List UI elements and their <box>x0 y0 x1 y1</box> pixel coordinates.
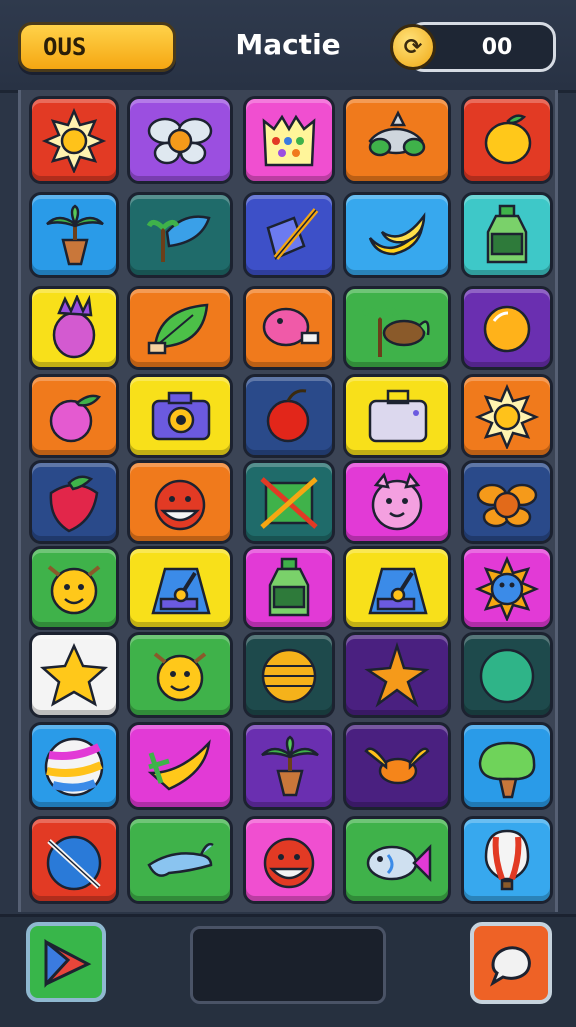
game-tile[interactable] <box>461 632 553 718</box>
game-tile[interactable] <box>29 286 119 370</box>
lantern-icon <box>261 648 317 704</box>
bottle-icon <box>268 557 310 617</box>
blue-star-face-icon <box>474 555 540 621</box>
game-tile[interactable] <box>127 460 233 544</box>
game-tile[interactable] <box>461 286 553 370</box>
starfish-icon <box>364 642 430 708</box>
game-tile[interactable] <box>29 192 119 278</box>
game-tile[interactable] <box>461 816 553 904</box>
smiley-sun-icon <box>47 565 101 615</box>
game-tile[interactable] <box>343 96 451 184</box>
planet-icon <box>46 835 102 891</box>
game-tile[interactable] <box>127 816 233 904</box>
green-ball-icon <box>479 648 535 704</box>
play-button[interactable] <box>26 922 106 1002</box>
play-icon <box>44 938 92 988</box>
game-tile[interactable] <box>343 192 451 278</box>
game-tile[interactable] <box>127 374 233 458</box>
game-tile[interactable] <box>243 286 335 370</box>
score-display[interactable]: OUS <box>18 22 176 72</box>
tree-icon <box>478 741 536 799</box>
crossed-sticks-icon <box>260 477 318 529</box>
game-tile[interactable] <box>243 460 335 544</box>
game-tile[interactable] <box>29 460 119 544</box>
game-tile[interactable] <box>343 546 451 630</box>
slot-machine-icon <box>368 567 428 615</box>
game-tile[interactable] <box>461 546 553 630</box>
game-tile[interactable] <box>243 816 335 904</box>
game-tile[interactable] <box>243 722 335 810</box>
fish-icon <box>366 843 432 883</box>
game-tile[interactable] <box>243 192 335 278</box>
game-tile[interactable] <box>343 632 451 718</box>
game-tile[interactable] <box>461 192 553 278</box>
slot-machine-icon <box>151 567 211 615</box>
palm-leaf-icon <box>146 215 211 262</box>
sun-icon <box>474 383 540 449</box>
game-tile[interactable] <box>243 546 335 630</box>
game-tile[interactable] <box>29 96 119 184</box>
game-tile[interactable] <box>343 460 451 544</box>
hot-air-balloon-icon <box>484 829 530 891</box>
beach-ball-icon <box>44 737 104 797</box>
game-tile[interactable] <box>127 546 233 630</box>
pig-icon <box>371 472 423 531</box>
crown-basket-icon <box>262 114 316 167</box>
game-tile[interactable] <box>127 722 233 810</box>
game-tile[interactable] <box>461 722 553 810</box>
orange-flower-icon <box>476 483 538 528</box>
bottle-icon <box>486 204 528 264</box>
game-tile[interactable] <box>127 192 233 278</box>
star-icon <box>39 642 109 707</box>
peach-icon <box>49 394 102 443</box>
potted-palm-icon <box>46 204 104 266</box>
chat-button[interactable] <box>470 922 552 1004</box>
dolphin-icon <box>147 842 214 877</box>
winged-fish-icon <box>364 747 430 785</box>
smiley-sun-icon <box>153 652 207 702</box>
leafy-fish-icon <box>368 110 426 157</box>
game-tile[interactable] <box>243 374 335 458</box>
potted-palm-icon <box>261 735 319 797</box>
game-tile[interactable] <box>461 460 553 544</box>
game-tile[interactable] <box>127 286 233 370</box>
game-tile[interactable] <box>461 374 553 458</box>
cherry-icon <box>266 389 310 443</box>
pineapple-icon <box>52 295 96 359</box>
camera-icon <box>151 391 211 441</box>
game-tile[interactable] <box>29 632 119 718</box>
coin-refresh-icon[interactable]: ⟳ <box>390 24 436 70</box>
tray-slot <box>190 926 386 1004</box>
game-tile[interactable] <box>343 286 451 370</box>
coconut-icon <box>362 307 430 357</box>
suitcase-icon <box>368 389 428 443</box>
game-tile[interactable] <box>343 374 451 458</box>
wing-icon <box>147 739 211 791</box>
banana-icon <box>368 212 426 256</box>
red-face-icon <box>263 837 315 889</box>
game-tile[interactable] <box>461 96 553 184</box>
sun-icon <box>41 107 107 173</box>
game-tile[interactable] <box>29 816 119 904</box>
crystal-wand-icon <box>266 208 319 260</box>
game-tile[interactable] <box>343 816 451 904</box>
strawberry-icon <box>49 475 99 533</box>
game-tile[interactable] <box>127 96 233 184</box>
orange-ball-icon <box>483 305 531 353</box>
game-tile[interactable] <box>243 96 335 184</box>
chat-icon <box>489 946 531 987</box>
game-tile[interactable] <box>29 546 119 630</box>
game-board <box>18 90 558 912</box>
game-tile[interactable] <box>343 722 451 810</box>
lemon-icon <box>484 114 532 165</box>
game-tile[interactable] <box>243 632 335 718</box>
game-tile[interactable] <box>127 632 233 718</box>
game-tile[interactable] <box>29 374 119 458</box>
pink-blob-icon <box>262 307 320 347</box>
red-face-icon <box>154 479 206 531</box>
leaf-icon <box>147 303 209 355</box>
game-tile[interactable] <box>29 722 119 810</box>
butterfly-icon <box>147 117 213 165</box>
